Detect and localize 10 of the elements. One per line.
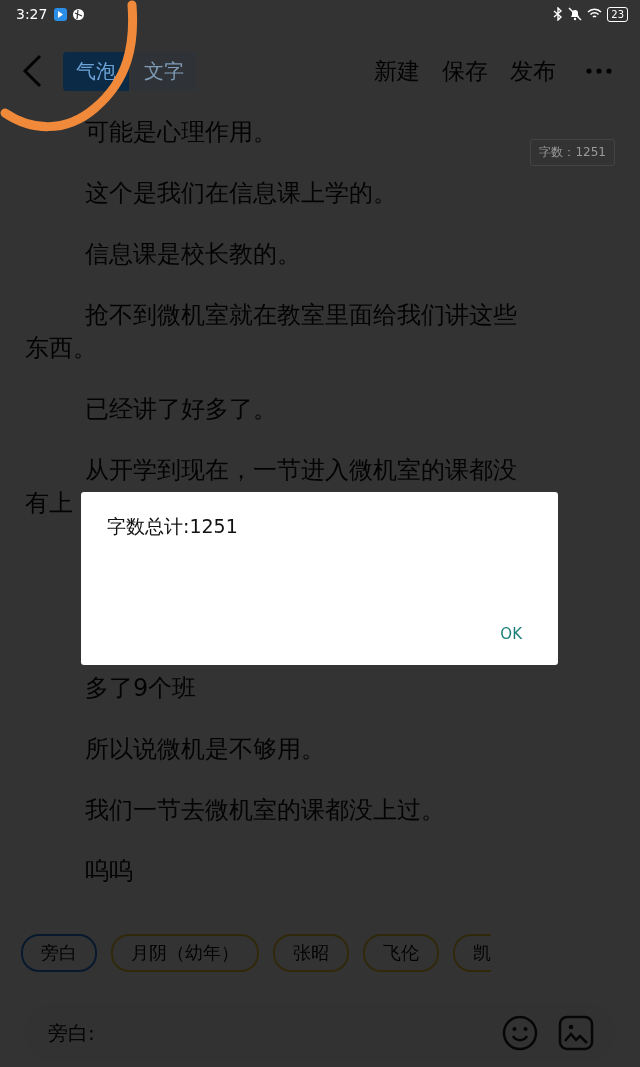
word-count-badge: 字数：1251 [530, 139, 615, 166]
battery-indicator: 23 [607, 6, 628, 22]
status-time: 3:27 [16, 6, 48, 22]
bluetooth-icon [553, 7, 564, 21]
dialog-message: 字数总计:1251 [107, 514, 239, 539]
bell-off-icon [568, 7, 583, 21]
app-icon [54, 7, 68, 21]
wifi-icon [587, 8, 603, 20]
mode-tab[interactable]: 文字 [131, 51, 197, 91]
ok-button[interactable]: OK [490, 617, 532, 651]
